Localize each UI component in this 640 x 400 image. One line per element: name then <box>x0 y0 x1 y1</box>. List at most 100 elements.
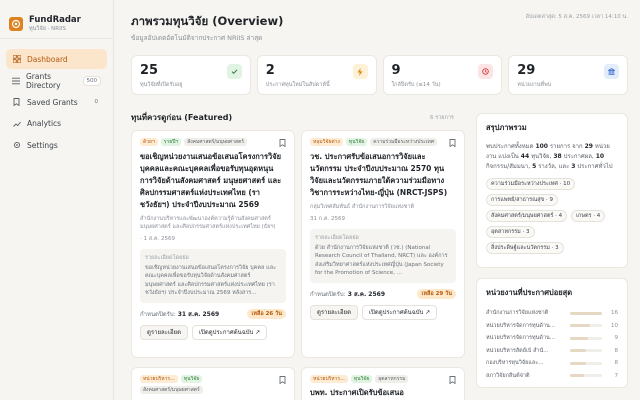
summary-fragment: รายการ จาก <box>549 143 583 150</box>
summary-fragment: กิจกรรม/สัมมนา, <box>486 163 531 170</box>
agency-count: 7 <box>614 372 619 379</box>
grant-agency: กลุ่มวิเทศสัมพันธ์ สำนักงานการวิจัยแห่งช… <box>310 204 415 210</box>
field-tag: สังคมศาสตร์/มนุษยศาสตร์ <box>140 386 203 394</box>
sidebar-item-saved-grants[interactable]: Saved Grants 0 <box>6 92 107 112</box>
type-tag: รายปีฯ <box>160 138 182 146</box>
grant-title[interactable]: ขอเชิญหน่วยงานเสนอข้อเสนอโครงการวิจัย บุ… <box>140 151 286 211</box>
field-tag: อุตสาหกรรม <box>375 375 409 383</box>
category-chip[interactable]: สังคมศาสตร์/มนุษยศาสตร์ · 4 <box>486 210 568 222</box>
summary-agencies: 29 <box>584 143 593 150</box>
tag-list: ด้วยฯ รายปีฯ สังคมศาสตร์/มนุษยศาสตร์ <box>140 138 286 146</box>
stat-card-new[interactable]: 2 ประกาศทุนใหม่ในสัปดาห์นี้ <box>256 55 377 95</box>
grant-description: รายละเอียดโดยย่อ ด้วย สำนักงานการวิจัยแห… <box>310 229 456 283</box>
featured-section-title: ทุนที่ควรดูก่อน (Featured) <box>131 113 233 122</box>
deadline-row: กำหนดปิดรับ: 31 ส.ค. 2569 เหลือ 26 วัน <box>140 308 286 319</box>
card-actions: ดูรายละเอียด เปิดดูประกาศต้นฉบับ ↗ <box>140 324 286 340</box>
trend-chart-icon <box>12 119 21 128</box>
sidebar-item-label: Saved Grants <box>27 97 78 107</box>
category-tag: หลุมวิจัยต่าง <box>310 138 343 146</box>
deadline-label: กำหนดปิดรับ: <box>310 290 346 298</box>
bookmark-icon[interactable] <box>449 139 456 149</box>
agency-bar-fill <box>570 374 584 378</box>
tag-list: หลุมวิจัยต่าง ทุนวิจัย ความร่วมมือระหว่า… <box>310 138 456 146</box>
agency-row[interactable]: สำนักงานการวิจัยแห่งชาติ 16 <box>486 307 618 320</box>
open-source-button[interactable]: เปิดดูประกาศต้นฉบับ ↗ <box>361 304 438 320</box>
agency-row[interactable]: หน่วยบริหารจัดการทุนด้าน... 10 <box>486 320 618 333</box>
grant-posted-date: 31 ก.ค. 2569 <box>310 216 345 222</box>
agency-bar <box>570 374 602 378</box>
list-icon <box>12 76 20 85</box>
summary-fragment: ประกาศผล, <box>563 153 594 160</box>
grant-agency: สำนักงานบริหารและพัฒนาองค์ความรู้ด้านสัง… <box>140 216 276 230</box>
agency-row[interactable]: กองบริหารทุนวิจัยและ... 8 <box>486 357 618 370</box>
featured-count: 6 รายการ <box>430 115 454 121</box>
summary-fragment: พบประกาศทั้งหมด <box>486 143 534 150</box>
summary-fragment: ทุนวิจัย, <box>531 153 552 160</box>
sidebar-item-settings[interactable]: Settings <box>6 135 107 155</box>
stat-label: หน่วยงานที่พบ <box>517 82 552 88</box>
brand[interactable]: FundRadar ทุนวิจัย · NRIIS <box>0 0 113 38</box>
grant-title[interactable]: บพท. ประกาศเปิดรับข้อเสนอ <box>310 387 456 399</box>
deadline-value: 31 ส.ค. 2569 <box>177 310 220 318</box>
grant-card[interactable]: หลุมวิจัยต่าง ทุนวิจัย ความร่วมมือระหว่า… <box>301 130 465 358</box>
grant-description: รายละเอียดโดยย่อ ขอเชิญหน่วยงานเสนอข้อเส… <box>140 249 286 303</box>
view-details-button[interactable]: ดูรายละเอียด <box>140 324 188 340</box>
sidebar-item-dashboard[interactable]: Dashboard <box>6 49 107 69</box>
card-actions: ดูรายละเอียด เปิดดูประกาศต้นฉบับ ↗ <box>310 304 456 320</box>
summary-prizes: 5 <box>532 163 537 170</box>
days-left-badge: เหลือ 29 วัน <box>417 288 456 299</box>
description-heading: รายละเอียดโดยย่อ <box>145 255 189 261</box>
grant-title[interactable]: วช. ประกาศรับข้อเสนอการวิจัยและนวัตกรรม … <box>310 151 456 199</box>
agency-count: 10 <box>611 322 618 329</box>
agency-name: หน่วยบริหารสัตย์เบ้ สำนั... <box>486 347 549 354</box>
tag-list: สังคมศาสตร์/มนุษยศาสตร์ <box>140 386 286 394</box>
agency-bar <box>570 311 602 315</box>
sidebar-item-label: Grants Directory <box>26 71 61 90</box>
category-chip[interactable]: อุตสาหกรรม · 3 <box>486 226 535 238</box>
category-chip[interactable]: เกษตร · 4 <box>571 210 606 222</box>
clock-icon <box>478 64 494 79</box>
category-chip[interactable]: สิ่งประดิษฐ์และนวัตกรรม · 3 <box>486 242 564 254</box>
tag-list: หน่วยบริหาร... ทุนวิจัย <box>140 375 286 383</box>
grant-posted-date: · 1 ส.ค. 2569 <box>140 236 176 242</box>
sidebar-item-grants-directory[interactable]: Grants Directory 500 <box>6 71 107 91</box>
summary-text: พบประกาศทั้งหมด 100 รายการ จาก 29 หน่วยง… <box>486 142 618 172</box>
agency-bar-fill <box>570 336 588 340</box>
stat-card-open[interactable]: 25 ทุนวิจัยที่เปิดรับอยู่ <box>131 55 251 95</box>
bookmark-icon[interactable] <box>449 376 456 386</box>
bookmark-icon[interactable] <box>279 139 286 149</box>
agency-count: 8 <box>614 347 619 354</box>
radar-logo-icon <box>9 17 23 31</box>
agency-bar <box>570 336 602 340</box>
bookmark-icon[interactable] <box>279 376 286 386</box>
agency-bar-fill <box>570 311 602 315</box>
stat-card-closing[interactable]: 9 ใกล้ปิดรับ (≤14 วัน) <box>382 55 503 95</box>
days-left-badge: เหลือ 26 วัน <box>247 308 286 319</box>
view-details-button[interactable]: ดูรายละเอียด <box>310 304 358 320</box>
summary-grants: 44 <box>520 153 530 160</box>
grant-card[interactable]: หน่วยบริหาร... ทุนวิจัย สังคมศาสตร์/มนุษ… <box>131 367 295 400</box>
category-chip[interactable]: การแพทย์/สาธารณสุข · 9 <box>486 194 559 206</box>
agency-bar <box>570 349 602 353</box>
category-tag: ด้วยฯ <box>140 138 158 146</box>
grant-card[interactable]: ด้วยฯ รายปีฯ สังคมศาสตร์/มนุษยศาสตร์ ขอเ… <box>131 130 295 358</box>
agency-row[interactable]: สภาวิจัยกลีนต์จ่าติ 7 <box>486 370 618 383</box>
check-icon <box>226 64 242 79</box>
agency-name: สำนักงานการวิจัยแห่งชาติ <box>486 310 549 317</box>
agency-row[interactable]: หน่วยบริหารจัดการทุนด้าน... 9 <box>486 332 618 345</box>
deadline-label: กำหนดปิดรับ: <box>140 310 176 318</box>
deadline-row: กำหนดปิดรับ: 3 ส.ค. 2569 เหลือ 29 วัน <box>310 288 456 299</box>
open-source-button[interactable]: เปิดดูประกาศต้นฉบับ ↗ <box>191 324 268 340</box>
last-updated: อัปเดตล่าสุด: 5 ส.ค. 2569 เวลา 14:10 น. <box>525 14 628 20</box>
sidebar: FundRadar ทุนวิจัย · NRIIS Dashboard Gra… <box>0 0 114 400</box>
agency-bar-fill <box>570 324 590 328</box>
field-tag: ความร่วมมือระหว่างประเทศ <box>370 138 438 146</box>
stat-card-agencies[interactable]: 29 หน่วยงานที่พบ <box>508 55 628 95</box>
grant-card[interactable]: หน่วยบริหาร... ทุนวิจัย อุตสาหกรรม บพท. … <box>301 367 465 400</box>
agency-name: สภาวิจัยกลีนต์จ่าติ <box>486 372 530 379</box>
agency-row[interactable]: หน่วยบริหารสัตย์เบ้ สำนั... 8 <box>486 345 618 358</box>
category-chip[interactable]: ความร่วมมือระหว่างประเทศ · 10 <box>486 178 576 190</box>
field-tag: สังคมศาสตร์/มนุษยศาสตร์ <box>184 138 247 146</box>
sidebar-item-analytics[interactable]: Analytics <box>6 114 107 134</box>
summary-general: 3 <box>571 163 576 170</box>
